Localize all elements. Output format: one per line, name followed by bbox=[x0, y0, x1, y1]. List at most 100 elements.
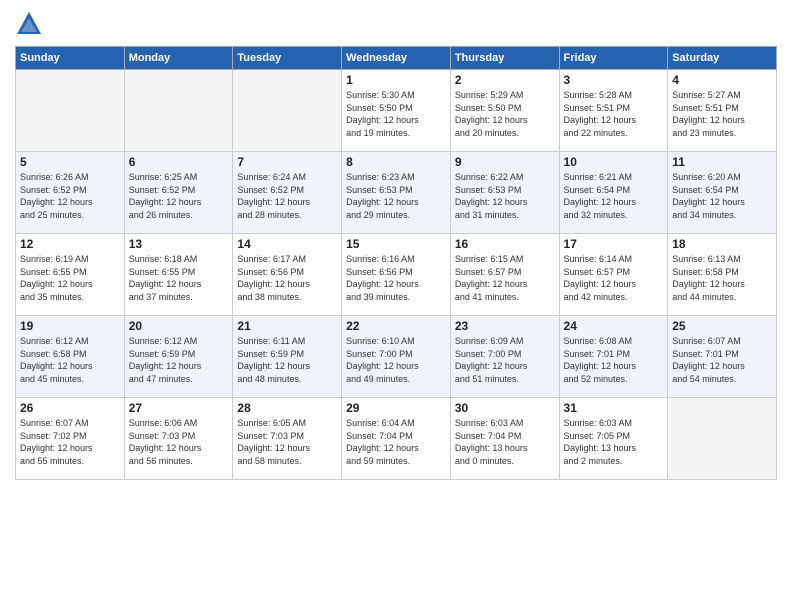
day-info: Sunrise: 6:07 AM Sunset: 7:01 PM Dayligh… bbox=[672, 335, 772, 385]
day-number: 10 bbox=[564, 155, 664, 169]
weekday-tuesday: Tuesday bbox=[233, 47, 342, 70]
day-number: 8 bbox=[346, 155, 446, 169]
day-info: Sunrise: 6:08 AM Sunset: 7:01 PM Dayligh… bbox=[564, 335, 664, 385]
weekday-friday: Friday bbox=[559, 47, 668, 70]
day-info: Sunrise: 6:25 AM Sunset: 6:52 PM Dayligh… bbox=[129, 171, 229, 221]
day-number: 9 bbox=[455, 155, 555, 169]
day-info: Sunrise: 5:27 AM Sunset: 5:51 PM Dayligh… bbox=[672, 89, 772, 139]
day-info: Sunrise: 6:09 AM Sunset: 7:00 PM Dayligh… bbox=[455, 335, 555, 385]
day-info: Sunrise: 6:06 AM Sunset: 7:03 PM Dayligh… bbox=[129, 417, 229, 467]
day-info: Sunrise: 6:22 AM Sunset: 6:53 PM Dayligh… bbox=[455, 171, 555, 221]
weekday-saturday: Saturday bbox=[668, 47, 777, 70]
calendar-cell bbox=[124, 70, 233, 152]
calendar-cell: 8 Sunrise: 6:23 AM Sunset: 6:53 PM Daylig… bbox=[342, 152, 451, 234]
day-info: Sunrise: 6:23 AM Sunset: 6:53 PM Dayligh… bbox=[346, 171, 446, 221]
calendar-cell: 12 Sunrise: 6:19 AM Sunset: 6:55 PM Dayli… bbox=[16, 234, 125, 316]
day-number: 29 bbox=[346, 401, 446, 415]
day-info: Sunrise: 6:05 AM Sunset: 7:03 PM Dayligh… bbox=[237, 417, 337, 467]
day-info: Sunrise: 6:18 AM Sunset: 6:55 PM Dayligh… bbox=[129, 253, 229, 303]
day-number: 25 bbox=[672, 319, 772, 333]
weekday-monday: Monday bbox=[124, 47, 233, 70]
day-number: 4 bbox=[672, 73, 772, 87]
calendar-cell: 27 Sunrise: 6:06 AM Sunset: 7:03 PM Dayli… bbox=[124, 398, 233, 480]
calendar-cell bbox=[16, 70, 125, 152]
day-number: 30 bbox=[455, 401, 555, 415]
day-number: 1 bbox=[346, 73, 446, 87]
calendar-cell: 10 Sunrise: 6:21 AM Sunset: 6:54 PM Dayli… bbox=[559, 152, 668, 234]
calendar-cell: 16Sunrise: 6:15 AM Sunset: 6:57 PM Dayli… bbox=[450, 234, 559, 316]
day-info: Sunrise: 6:14 AM Sunset: 6:57 PM Dayligh… bbox=[564, 253, 664, 303]
day-info: Sunrise: 6:10 AM Sunset: 7:00 PM Dayligh… bbox=[346, 335, 446, 385]
calendar-cell bbox=[668, 398, 777, 480]
day-number: 23 bbox=[455, 319, 555, 333]
weekday-thursday: Thursday bbox=[450, 47, 559, 70]
day-number: 3 bbox=[564, 73, 664, 87]
calendar-cell: 15 Sunrise: 6:16 AM Sunset: 6:56 PM Dayli… bbox=[342, 234, 451, 316]
day-number: 28 bbox=[237, 401, 337, 415]
day-number: 20 bbox=[129, 319, 229, 333]
day-info: Sunrise: 6:03 AM Sunset: 7:04 PM Dayligh… bbox=[455, 417, 555, 467]
day-info: Sunrise: 6:03 AM Sunset: 7:05 PM Dayligh… bbox=[564, 417, 664, 467]
weekday-header-row: SundayMondayTuesdayWednesdayThursdayFrid… bbox=[16, 47, 777, 70]
calendar-cell: 5 Sunrise: 6:26 AM Sunset: 6:52 PM Daylig… bbox=[16, 152, 125, 234]
day-info: Sunrise: 6:11 AM Sunset: 6:59 PM Dayligh… bbox=[237, 335, 337, 385]
day-info: Sunrise: 6:13 AM Sunset: 6:58 PM Dayligh… bbox=[672, 253, 772, 303]
calendar-cell: 4 Sunrise: 5:27 AM Sunset: 5:51 PM Daylig… bbox=[668, 70, 777, 152]
day-info: Sunrise: 5:30 AM Sunset: 5:50 PM Dayligh… bbox=[346, 89, 446, 139]
day-info: Sunrise: 6:17 AM Sunset: 6:56 PM Dayligh… bbox=[237, 253, 337, 303]
week-row-0: 1 Sunrise: 5:30 AM Sunset: 5:50 PM Daylig… bbox=[16, 70, 777, 152]
logo bbox=[15, 10, 46, 38]
day-number: 17 bbox=[564, 237, 664, 251]
calendar-cell: 13 Sunrise: 6:18 AM Sunset: 6:55 PM Dayli… bbox=[124, 234, 233, 316]
weekday-sunday: Sunday bbox=[16, 47, 125, 70]
day-info: Sunrise: 6:21 AM Sunset: 6:54 PM Dayligh… bbox=[564, 171, 664, 221]
calendar-cell bbox=[233, 70, 342, 152]
day-number: 31 bbox=[564, 401, 664, 415]
calendar-cell: 30 Sunrise: 6:03 AM Sunset: 7:04 PM Dayli… bbox=[450, 398, 559, 480]
day-number: 7 bbox=[237, 155, 337, 169]
day-number: 14 bbox=[237, 237, 337, 251]
day-info: Sunrise: 6:16 AM Sunset: 6:56 PM Dayligh… bbox=[346, 253, 446, 303]
day-info: Sunrise: 6:12 AM Sunset: 6:59 PM Dayligh… bbox=[129, 335, 229, 385]
day-info: Sunrise: 6:26 AM Sunset: 6:52 PM Dayligh… bbox=[20, 171, 120, 221]
day-info: Sunrise: 6:20 AM Sunset: 6:54 PM Dayligh… bbox=[672, 171, 772, 221]
calendar-cell: 7 Sunrise: 6:24 AM Sunset: 6:52 PM Daylig… bbox=[233, 152, 342, 234]
day-number: 5 bbox=[20, 155, 120, 169]
calendar-cell: 24 Sunrise: 6:08 AM Sunset: 7:01 PM Dayli… bbox=[559, 316, 668, 398]
day-number: 13 bbox=[129, 237, 229, 251]
day-number: 18 bbox=[672, 237, 772, 251]
day-info: Sunrise: 6:24 AM Sunset: 6:52 PM Dayligh… bbox=[237, 171, 337, 221]
week-row-1: 5 Sunrise: 6:26 AM Sunset: 6:52 PM Daylig… bbox=[16, 152, 777, 234]
day-info: Sunrise: 6:04 AM Sunset: 7:04 PM Dayligh… bbox=[346, 417, 446, 467]
day-number: 6 bbox=[129, 155, 229, 169]
calendar-cell: 14 Sunrise: 6:17 AM Sunset: 6:56 PM Dayli… bbox=[233, 234, 342, 316]
calendar-cell: 6 Sunrise: 6:25 AM Sunset: 6:52 PM Daylig… bbox=[124, 152, 233, 234]
day-number: 11 bbox=[672, 155, 772, 169]
calendar-cell: 18 Sunrise: 6:13 AM Sunset: 6:58 PM Dayli… bbox=[668, 234, 777, 316]
calendar-cell: 2Sunrise: 5:29 AM Sunset: 5:50 PM Daylig… bbox=[450, 70, 559, 152]
calendar: SundayMondayTuesdayWednesdayThursdayFrid… bbox=[15, 46, 777, 480]
week-row-3: 19Sunrise: 6:12 AM Sunset: 6:58 PM Dayli… bbox=[16, 316, 777, 398]
week-row-4: 26Sunrise: 6:07 AM Sunset: 7:02 PM Dayli… bbox=[16, 398, 777, 480]
page: SundayMondayTuesdayWednesdayThursdayFrid… bbox=[0, 0, 792, 612]
day-number: 2 bbox=[455, 73, 555, 87]
calendar-cell: 28 Sunrise: 6:05 AM Sunset: 7:03 PM Dayli… bbox=[233, 398, 342, 480]
day-number: 15 bbox=[346, 237, 446, 251]
day-number: 24 bbox=[564, 319, 664, 333]
calendar-cell: 3Sunrise: 5:28 AM Sunset: 5:51 PM Daylig… bbox=[559, 70, 668, 152]
calendar-cell: 31 Sunrise: 6:03 AM Sunset: 7:05 PM Dayli… bbox=[559, 398, 668, 480]
calendar-cell: 17 Sunrise: 6:14 AM Sunset: 6:57 PM Dayli… bbox=[559, 234, 668, 316]
day-info: Sunrise: 6:19 AM Sunset: 6:55 PM Dayligh… bbox=[20, 253, 120, 303]
calendar-cell: 25 Sunrise: 6:07 AM Sunset: 7:01 PM Dayli… bbox=[668, 316, 777, 398]
day-number: 27 bbox=[129, 401, 229, 415]
calendar-cell: 11 Sunrise: 6:20 AM Sunset: 6:54 PM Dayli… bbox=[668, 152, 777, 234]
day-number: 21 bbox=[237, 319, 337, 333]
day-info: Sunrise: 6:12 AM Sunset: 6:58 PM Dayligh… bbox=[20, 335, 120, 385]
calendar-cell: 19Sunrise: 6:12 AM Sunset: 6:58 PM Dayli… bbox=[16, 316, 125, 398]
day-number: 12 bbox=[20, 237, 120, 251]
calendar-cell: 22Sunrise: 6:10 AM Sunset: 7:00 PM Dayli… bbox=[342, 316, 451, 398]
calendar-cell: 9 Sunrise: 6:22 AM Sunset: 6:53 PM Daylig… bbox=[450, 152, 559, 234]
week-row-2: 12 Sunrise: 6:19 AM Sunset: 6:55 PM Dayli… bbox=[16, 234, 777, 316]
logo-icon bbox=[15, 10, 43, 38]
calendar-cell: 21 Sunrise: 6:11 AM Sunset: 6:59 PM Dayli… bbox=[233, 316, 342, 398]
